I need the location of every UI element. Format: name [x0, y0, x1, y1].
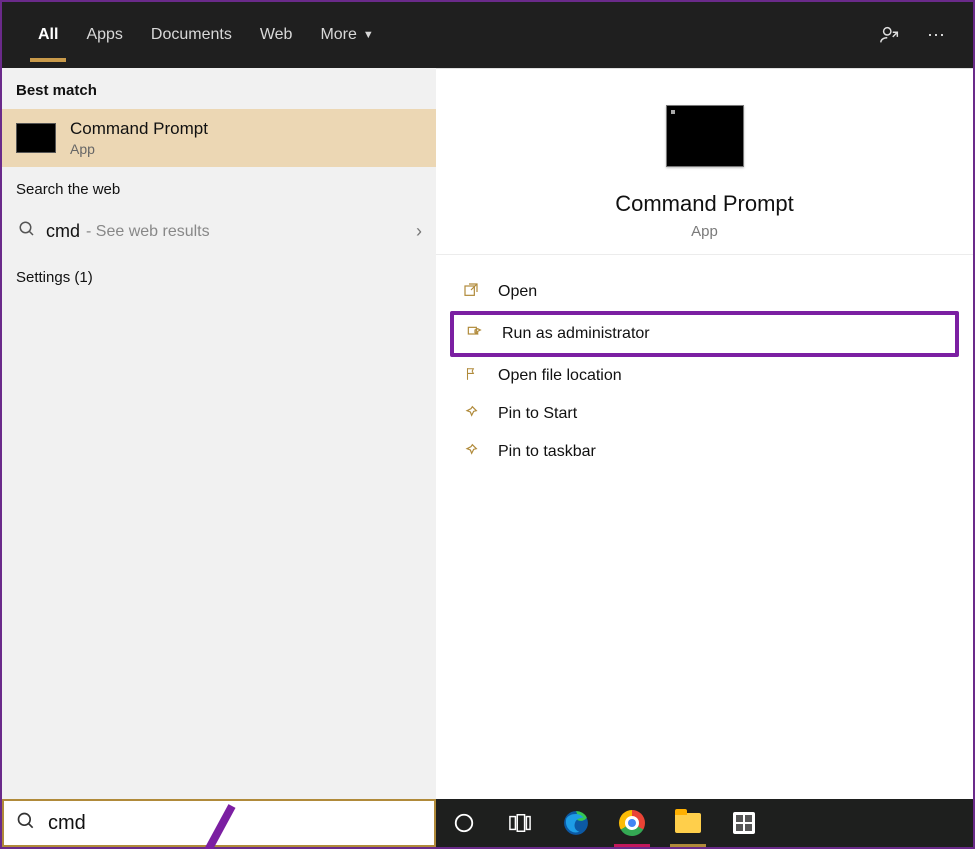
filter-tab-all[interactable]: All — [24, 2, 72, 68]
command-prompt-icon — [16, 123, 56, 153]
tab-label: Apps — [86, 26, 122, 44]
admin-icon — [464, 324, 486, 344]
action-label: Open file location — [498, 367, 622, 385]
file-location-icon — [460, 366, 482, 386]
chrome-browser-icon[interactable] — [604, 799, 660, 847]
taskbar-icons — [436, 799, 973, 847]
action-label: Run as administrator — [502, 325, 650, 343]
preview-title: Command Prompt — [615, 191, 794, 217]
search-icon — [4, 811, 48, 836]
preview-header: Command Prompt App — [436, 69, 973, 255]
open-icon — [460, 282, 482, 302]
result-title: Command Prompt — [70, 119, 208, 139]
file-explorer-icon[interactable] — [660, 799, 716, 847]
best-match-result[interactable]: Command Prompt App — [2, 109, 436, 167]
preview-subtitle: App — [691, 223, 718, 240]
tab-label: Web — [260, 26, 293, 44]
action-label: Pin to taskbar — [498, 443, 596, 461]
microsoft-store-icon[interactable] — [716, 799, 772, 847]
section-search-web-label: Search the web — [2, 167, 436, 208]
preview-actions: Open Run as administrator Open file loca… — [436, 255, 973, 489]
action-open-file-location[interactable]: Open file location — [450, 357, 959, 395]
options-ellipsis-icon[interactable]: ⋯ — [913, 2, 959, 68]
taskbar — [2, 799, 973, 847]
action-label: Open — [498, 283, 537, 301]
cortana-icon[interactable] — [436, 799, 492, 847]
search-icon — [16, 220, 38, 243]
action-run-as-administrator[interactable]: Run as administrator — [450, 311, 959, 357]
filter-tab-apps[interactable]: Apps — [72, 2, 136, 68]
filter-tab-more[interactable]: More ▼ — [306, 2, 387, 68]
active-indicator — [670, 844, 706, 847]
edge-browser-icon[interactable] — [548, 799, 604, 847]
action-pin-to-taskbar[interactable]: Pin to taskbar — [450, 433, 959, 471]
action-open[interactable]: Open — [450, 273, 959, 311]
pin-start-icon — [460, 404, 482, 424]
tab-label: Documents — [151, 26, 232, 44]
results-empty-area — [2, 296, 436, 799]
action-pin-to-start[interactable]: Pin to Start — [450, 395, 959, 433]
results-column: Best match Command Prompt App Search the… — [2, 68, 436, 799]
action-label: Pin to Start — [498, 405, 577, 423]
windows-search-panel: All Apps Documents Web More ▼ ⋯ Best matc… — [0, 0, 975, 849]
section-best-match-label: Best match — [2, 68, 436, 109]
result-subtitle: App — [70, 141, 208, 157]
tab-label: More — [320, 26, 356, 44]
web-query: cmd — [46, 221, 80, 242]
command-prompt-icon-large — [666, 105, 744, 167]
filter-tab-web[interactable]: Web — [246, 2, 307, 68]
active-indicator — [614, 844, 650, 847]
spacer — [388, 2, 867, 68]
tab-label: All — [38, 26, 58, 44]
task-view-icon[interactable] — [492, 799, 548, 847]
taskbar-search-box[interactable] — [2, 799, 436, 847]
result-text: Command Prompt App — [70, 119, 208, 157]
feedback-icon[interactable] — [867, 2, 913, 68]
pin-taskbar-icon — [460, 442, 482, 462]
search-body: Best match Command Prompt App Search the… — [2, 68, 973, 799]
web-search-result[interactable]: cmd - See web results › — [2, 208, 436, 255]
filter-tab-documents[interactable]: Documents — [137, 2, 246, 68]
section-settings-label[interactable]: Settings (1) — [2, 255, 436, 296]
search-input[interactable] — [48, 801, 434, 845]
chevron-down-icon: ▼ — [363, 29, 374, 41]
chevron-right-icon: › — [416, 221, 422, 242]
web-hint: - See web results — [86, 223, 210, 241]
preview-pane: Command Prompt App Open Run as administr… — [436, 68, 973, 799]
search-filter-bar: All Apps Documents Web More ▼ ⋯ — [2, 2, 973, 68]
